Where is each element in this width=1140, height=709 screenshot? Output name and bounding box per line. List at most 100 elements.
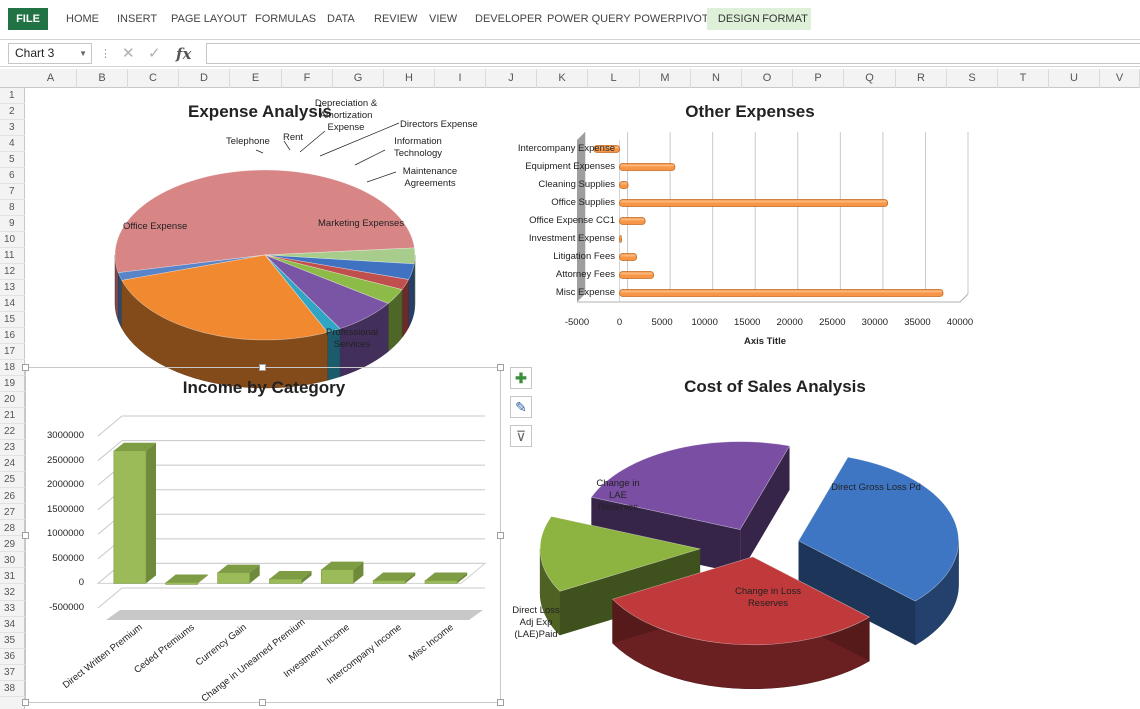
- column-header[interactable]: H: [384, 69, 435, 88]
- gridline: [97, 538, 485, 560]
- tab-format[interactable]: FORMAT: [759, 8, 811, 30]
- row-header[interactable]: 4: [0, 136, 25, 152]
- column-header[interactable]: S: [947, 69, 998, 88]
- tab-powerpivot[interactable]: POWERPIVOT: [634, 8, 709, 30]
- insert-function-icon[interactable]: fx: [176, 44, 191, 64]
- column-header[interactable]: V: [1100, 69, 1140, 88]
- data-label-information-technology: Information Technology: [393, 136, 443, 159]
- tab-file[interactable]: FILE: [8, 8, 48, 30]
- column-header[interactable]: D: [179, 69, 230, 88]
- row-header[interactable]: 32: [0, 585, 25, 601]
- row-header[interactable]: 20: [0, 392, 25, 409]
- chart-income-by-category[interactable]: Income by Category 3000000 2500000 2000000…: [22, 364, 504, 706]
- column-header[interactable]: I: [435, 69, 486, 88]
- data-label-direct-loss-adj-exp-lae-paid: Direct Loss Adj Exp (LAE)Paid: [512, 605, 560, 640]
- column-header[interactable]: N: [691, 69, 742, 88]
- column-header[interactable]: P: [793, 69, 844, 88]
- tab-data[interactable]: DATA: [327, 8, 355, 30]
- tab-home[interactable]: HOME: [66, 8, 99, 30]
- row-header[interactable]: 15: [0, 312, 25, 329]
- column-header[interactable]: F: [282, 69, 333, 88]
- column-header[interactable]: G: [333, 69, 384, 88]
- row-header[interactable]: 8: [0, 200, 25, 217]
- chart-other-expenses[interactable]: Other Expenses Axis Title Intercompany E…: [505, 90, 995, 360]
- bar-equipment-expenses: [619, 163, 676, 171]
- column-header[interactable]: B: [77, 69, 128, 88]
- tab-page-layout[interactable]: PAGE LAYOUT: [171, 8, 247, 30]
- column-header[interactable]: C: [128, 69, 179, 88]
- row-header[interactable]: 24: [0, 456, 25, 473]
- row-header[interactable]: 16: [0, 328, 25, 345]
- column-header[interactable]: U: [1049, 69, 1100, 88]
- row-header[interactable]: 27: [0, 505, 25, 521]
- formula-input[interactable]: [206, 43, 1140, 64]
- tab-power-query[interactable]: POWER QUERY: [547, 8, 631, 30]
- row-header[interactable]: 36: [0, 649, 25, 665]
- row-header[interactable]: 35: [0, 633, 25, 649]
- row-header[interactable]: 34: [0, 617, 25, 633]
- row-header[interactable]: 12: [0, 264, 25, 281]
- resize-handle[interactable]: [497, 364, 504, 371]
- row-header[interactable]: 33: [0, 601, 25, 617]
- gridline: [97, 415, 485, 437]
- tick-label: 2500000: [47, 454, 84, 466]
- tab-developer[interactable]: DEVELOPER: [475, 8, 542, 30]
- column-header[interactable]: E: [230, 69, 282, 88]
- category-label: Investment Expense: [528, 233, 615, 244]
- category-label: Office Supplies: [551, 197, 615, 208]
- row-header[interactable]: 23: [0, 440, 25, 457]
- row-header[interactable]: 13: [0, 280, 25, 297]
- cancel-icon[interactable]: ✕: [122, 44, 135, 64]
- row-header[interactable]: 37: [0, 665, 25, 681]
- chart-expense-analysis[interactable]: Expense Analysis Office Expense Telephone…: [25, 90, 515, 389]
- resize-handle[interactable]: [22, 364, 29, 371]
- data-label-telephone: Telephone: [226, 136, 270, 147]
- row-header[interactable]: 1: [0, 88, 25, 104]
- resize-handle[interactable]: [497, 699, 504, 706]
- row-header[interactable]: 5: [0, 152, 25, 168]
- name-box[interactable]: Chart 3 ▼: [8, 43, 92, 64]
- row-header[interactable]: 2: [0, 104, 25, 120]
- tab-insert[interactable]: INSERT: [117, 8, 157, 30]
- resize-handle[interactable]: [259, 364, 266, 371]
- row-header[interactable]: 22: [0, 424, 25, 441]
- row-header[interactable]: 31: [0, 569, 25, 585]
- row-header[interactable]: 14: [0, 296, 25, 313]
- row-header[interactable]: 25: [0, 472, 25, 489]
- column-header[interactable]: J: [486, 69, 537, 88]
- column-header[interactable]: T: [998, 69, 1049, 88]
- enter-icon[interactable]: ✓: [148, 44, 161, 64]
- row-header[interactable]: 17: [0, 344, 25, 361]
- column-header[interactable]: K: [537, 69, 588, 88]
- row-header[interactable]: 6: [0, 168, 25, 184]
- row-header[interactable]: 9: [0, 216, 25, 233]
- tab-formulas[interactable]: FORMULAS: [255, 8, 316, 30]
- row-header[interactable]: 30: [0, 553, 25, 569]
- tick-label: -500000: [49, 602, 84, 613]
- chart-cost-of-sales[interactable]: Cost of Sales Analysis Direct Gross Loss…: [505, 367, 1065, 703]
- tab-review[interactable]: REVIEW: [374, 8, 417, 30]
- row-header[interactable]: 26: [0, 489, 25, 505]
- chevron-down-icon[interactable]: ▼: [79, 44, 87, 63]
- row-header[interactable]: 3: [0, 120, 25, 136]
- gridline: [97, 513, 485, 535]
- column-header[interactable]: A: [25, 69, 77, 88]
- row-headers: 1 2 3 4 5 6 7 8 9 10 11 12 13 14 15 16 17 18 19 20 21 22 23 24 2…: [0, 88, 25, 709]
- row-header[interactable]: 21: [0, 408, 25, 425]
- column-header[interactable]: O: [742, 69, 793, 88]
- category-label: Cleaning Supplies: [538, 179, 615, 190]
- bar-office-expense-cc1: [619, 217, 646, 225]
- row-header[interactable]: 11: [0, 248, 25, 265]
- row-header[interactable]: 7: [0, 184, 25, 200]
- row-header[interactable]: 10: [0, 232, 25, 249]
- column-header[interactable]: Q: [844, 69, 896, 88]
- column-header[interactable]: R: [896, 69, 947, 88]
- row-header[interactable]: 19: [0, 376, 25, 393]
- column-header[interactable]: M: [640, 69, 691, 88]
- row-header[interactable]: 38: [0, 681, 25, 697]
- data-label-rent: Rent: [283, 132, 304, 143]
- tab-view[interactable]: VIEW: [429, 8, 457, 30]
- resize-handle[interactable]: [22, 699, 29, 706]
- column-header[interactable]: L: [588, 69, 640, 88]
- resize-handle[interactable]: [497, 532, 504, 539]
